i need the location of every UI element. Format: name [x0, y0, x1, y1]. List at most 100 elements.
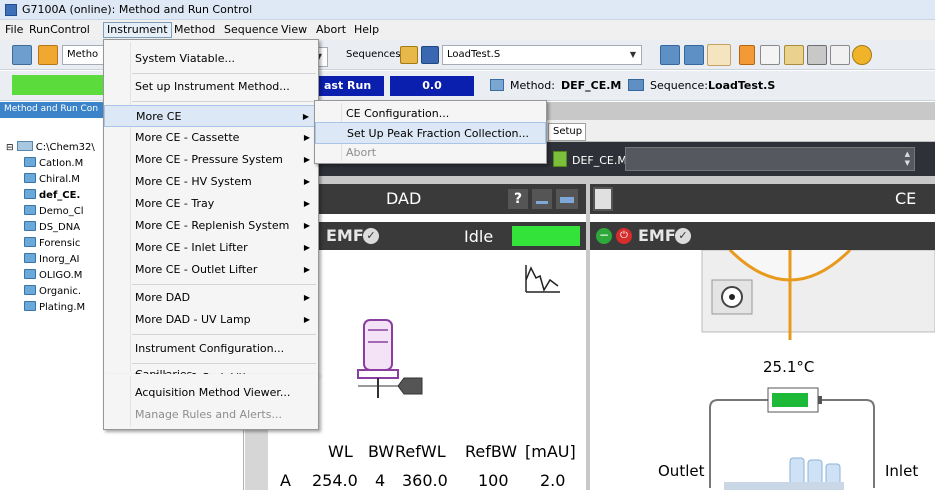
menu-item-instrument-configuration[interactable]: Instrument Configuration... [104, 338, 318, 360]
cell-refbw: 100 [478, 471, 509, 490]
menu-item-more-ce-pressure[interactable]: More CE - Pressure System ▶ [104, 149, 318, 171]
temperature-readout: 25.1°C [763, 358, 814, 376]
method-name: DEF_CE.M [561, 79, 622, 92]
menu-item-acquisition-viewer[interactable]: Acquisition Method Viewer... [104, 382, 318, 404]
dad-status-indicator [512, 226, 580, 246]
menu-item-more-ce-inlet-lifter[interactable]: More CE - Inlet Lifter ▶ [104, 237, 318, 259]
submenu-arrow-icon: ▶ [302, 112, 309, 121]
menu-help[interactable]: Help [351, 23, 382, 37]
cell-bw: 4 [375, 471, 385, 490]
menu-item-system-viatable[interactable]: System Viatable... [104, 48, 318, 70]
collapse-icon[interactable]: ⊟ [6, 143, 14, 153]
dad-status: Idle [464, 227, 494, 246]
menu-separator [132, 334, 316, 335]
tree-item-selected[interactable]: def_CE. [24, 188, 80, 204]
tab-setup[interactable]: Setup [548, 123, 586, 141]
menu-file[interactable]: File [2, 23, 26, 37]
ce-diagram: 25.1°C Outlet Inlet [658, 250, 935, 490]
method-combo[interactable]: Metho [62, 45, 106, 65]
col-mau: [mAU] [525, 442, 576, 461]
menu-instrument[interactable]: Instrument [103, 22, 172, 38]
menu-item-more-dad-uv-lamp[interactable]: More DAD - UV Lamp ▶ [104, 309, 318, 331]
wavelength-table: WL BW RefWL RefBW [mAU] A 254.0 4 360.0 … [280, 442, 576, 490]
tree-item[interactable]: Chiral.M [24, 172, 80, 188]
cell-mau: 2.0 [540, 471, 565, 490]
sequence-combo[interactable]: LoadTest.S ▼ [442, 45, 642, 65]
submenu-arrow-icon: ▶ [303, 177, 310, 186]
menu-sequence[interactable]: Sequence [221, 23, 281, 37]
power-icon[interactable]: ⏻ [616, 228, 632, 244]
method-book-icon [490, 79, 504, 91]
tree-item[interactable]: OLIGO.M [24, 268, 82, 284]
user-icon[interactable] [852, 45, 872, 65]
save-icon[interactable] [421, 46, 439, 64]
method-prefix: Method: [510, 79, 555, 92]
sequence-prefix: Sequence: [650, 79, 708, 92]
book-icon[interactable] [739, 45, 755, 65]
menu-item-more-ce[interactable]: More CE ▶ [104, 105, 318, 127]
sequence-name: LoadTest.S [708, 79, 776, 92]
book-icon [24, 237, 36, 247]
tree-item[interactable]: Organic. [24, 284, 81, 300]
ce-title: CE [895, 189, 917, 208]
tree-item[interactable]: CatIon.M [24, 156, 83, 172]
help-button[interactable]: ? [508, 189, 528, 209]
sequences-label: Sequences [346, 49, 401, 60]
tree-item[interactable]: Plating.M [24, 300, 85, 316]
menu-bar: File RunControl Instrument Method Sequen… [0, 20, 935, 40]
menu-item-more-ce-outlet-lifter[interactable]: More CE - Outlet Lifter ▶ [104, 259, 318, 281]
minimize-button[interactable] [532, 189, 552, 209]
title-bar: G7100A (online): Method and Run Control [0, 0, 935, 20]
menu-item-setup-instrument-method[interactable]: Set up Instrument Method... [104, 76, 318, 98]
chevron-down-icon: ▼ [629, 50, 637, 59]
signal-icon[interactable] [525, 265, 560, 293]
maximize-button[interactable] [556, 189, 578, 209]
menu-runcontrol[interactable]: RunControl [26, 23, 93, 37]
minus-icon[interactable]: − [596, 228, 612, 244]
menu-view[interactable]: View [278, 23, 310, 37]
tree-item[interactable]: Forensic [24, 236, 80, 252]
book-icon [24, 253, 36, 263]
menu-item-peak-fraction-collection[interactable]: Set Up Peak Fraction Collection... [315, 122, 546, 144]
menu-item-more-ce-replenish[interactable]: More CE - Replenish System ▶ [104, 215, 318, 237]
tree-item[interactable]: Inorg_AI [24, 252, 79, 268]
method-icon[interactable] [38, 45, 58, 65]
vial-tray [724, 457, 844, 490]
lamp-icon [357, 319, 423, 398]
ce-status-row: − ⏻ EMF ✓ [590, 222, 935, 250]
printer-icon[interactable] [807, 45, 827, 65]
graph-icon[interactable] [707, 44, 731, 66]
menu-separator [132, 73, 316, 74]
book-icon [24, 173, 36, 183]
more-ce-submenu: CE Configuration... Set Up Peak Fraction… [314, 100, 547, 164]
outlet-label: Outlet [658, 462, 705, 480]
open-folder-icon[interactable] [400, 46, 418, 64]
menu-item-more-ce-tray[interactable]: More CE - Tray ▶ [104, 193, 318, 215]
menu-separator [132, 284, 316, 285]
print-preview-icon[interactable] [760, 45, 780, 65]
book-icon [24, 301, 36, 311]
drive-icon [16, 141, 33, 151]
submenu-arrow-icon: ▶ [303, 265, 310, 274]
tree-item[interactable]: Demo_Cl [24, 204, 83, 220]
spinner-icon[interactable]: ▲ ▼ [905, 150, 910, 168]
submenu-arrow-icon: ▶ [303, 133, 310, 142]
menu-item-more-ce-hv[interactable]: More CE - HV System ▶ [104, 171, 318, 193]
menu-item-more-ce-cassette[interactable]: More CE - Cassette ▶ [104, 127, 318, 149]
menu-separator [132, 101, 316, 102]
report-icon[interactable] [784, 45, 804, 65]
layout-icon[interactable] [660, 45, 680, 65]
tree-root[interactable]: ⊟ C:\Chem32\ [6, 140, 95, 156]
tree-item[interactable]: DS_DNA [24, 220, 80, 236]
menu-method[interactable]: Method [171, 23, 218, 37]
view-icon[interactable] [12, 45, 32, 65]
instrument-menu: System Viatable... Set up Instrument Met… [103, 39, 319, 393]
cell-channel: A [280, 471, 291, 490]
inlet-label: Inlet [885, 462, 918, 480]
layout2-icon[interactable] [684, 45, 704, 65]
method-combo-dark[interactable]: ▲ ▼ [625, 147, 915, 171]
menu-abort[interactable]: Abort [313, 23, 349, 37]
cassette-icon [593, 187, 613, 211]
checkmark-icon[interactable] [830, 45, 850, 65]
menu-item-more-dad[interactable]: More DAD ▶ [104, 287, 318, 309]
